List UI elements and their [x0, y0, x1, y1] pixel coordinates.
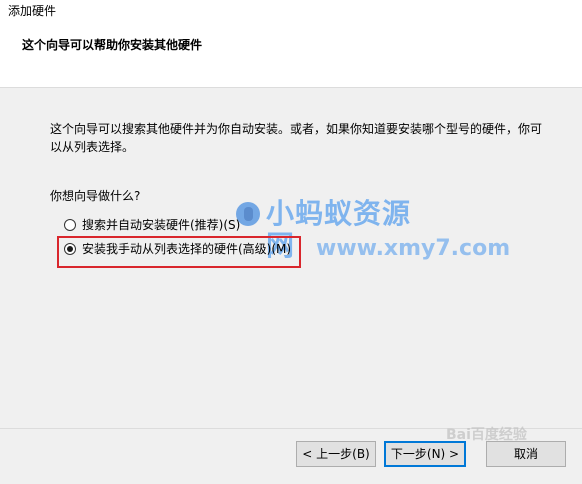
wizard-header: 这个向导可以帮助你安装其他硬件 — [0, 22, 582, 88]
wizard-description: 这个向导可以搜索其他硬件并为你自动安装。或者，如果你知道要安装哪个型号的硬件，你… — [50, 122, 543, 154]
add-hardware-wizard-window: 添加硬件 这个向导可以帮助你安装其他硬件 这个向导可以搜索其他硬件并为你自动安装… — [0, 0, 582, 484]
wizard-header-title: 这个向导可以帮助你安装其他硬件 — [22, 38, 203, 52]
window-title: 添加硬件 — [8, 4, 57, 18]
title-bar: 添加硬件 — [0, 0, 582, 22]
option-manual-select[interactable]: 安装我手动从列表选择的硬件(高级)(M) — [64, 241, 291, 257]
option-auto-search[interactable]: 搜索并自动安装硬件(推荐)(S) — [64, 217, 240, 233]
option-manual-select-label: 安装我手动从列表选择的硬件(高级)(M) — [82, 242, 292, 256]
option-auto-search-label: 搜索并自动安装硬件(推荐)(S) — [82, 218, 241, 232]
next-button[interactable]: 下一步(N) > — [384, 441, 466, 467]
radio-manual-select[interactable] — [64, 243, 76, 255]
watermark-url: www.xmy7.com — [316, 236, 511, 261]
cancel-button[interactable]: 取消 — [486, 441, 566, 467]
wizard-body: 这个向导可以搜索其他硬件并为你自动安装。或者，如果你知道要安装哪个型号的硬件，你… — [0, 88, 582, 428]
wizard-question: 你想向导做什么? — [50, 189, 141, 203]
back-button[interactable]: < 上一步(B) — [296, 441, 376, 467]
footer-divider — [0, 428, 582, 429]
radio-auto-search[interactable] — [64, 219, 76, 231]
